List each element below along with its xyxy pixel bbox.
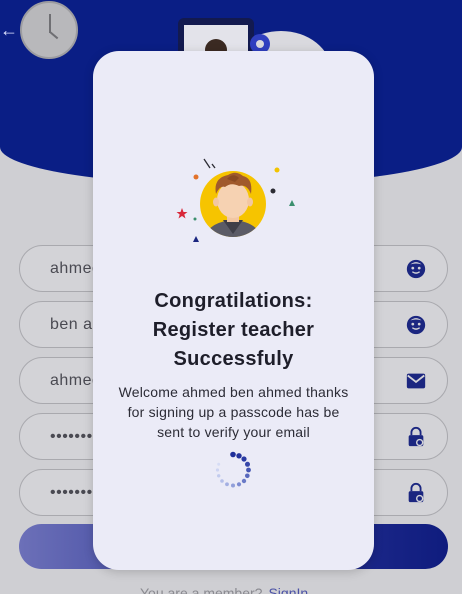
face-icon bbox=[405, 258, 427, 280]
loading-spinner-icon bbox=[215, 451, 251, 488]
success-dialog: Congratilations: Register teacher Succes… bbox=[93, 51, 374, 570]
email-icon bbox=[405, 370, 427, 392]
clock-icon bbox=[20, 1, 78, 59]
signin-prompt: You are a member? SignIn bbox=[140, 585, 308, 594]
lock-icon bbox=[405, 426, 427, 448]
lock-icon bbox=[405, 482, 427, 504]
password-value: ••••••• bbox=[50, 428, 93, 445]
teacher-avatar-icon bbox=[176, 158, 295, 242]
dialog-title-line-3: Successfuly bbox=[173, 348, 294, 370]
signin-prompt-text: You are a member? bbox=[140, 585, 263, 594]
dialog-title-line-2: Register teacher bbox=[152, 319, 315, 341]
back-arrow-icon[interactable]: ← bbox=[0, 19, 18, 41]
face-icon bbox=[405, 314, 427, 336]
dialog-title-line-1: Congratilations: bbox=[154, 290, 313, 312]
dialog-message: Welcome ahmed ben ahmed thanks for signi… bbox=[118, 384, 349, 440]
signin-link[interactable]: SignIn bbox=[268, 585, 308, 594]
confirm-password-value: ••••••• bbox=[50, 484, 93, 501]
